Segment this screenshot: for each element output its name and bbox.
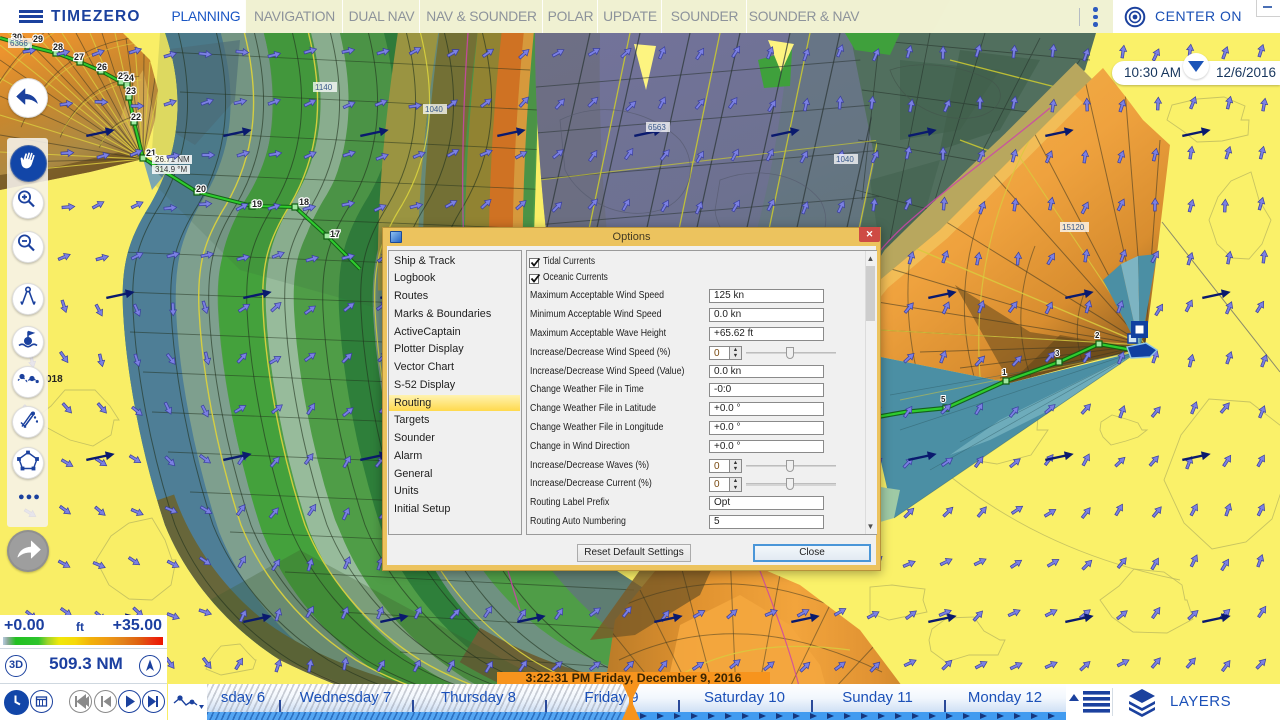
svg-text:17: 17 bbox=[330, 229, 340, 239]
svg-text:22: 22 bbox=[131, 112, 141, 122]
svg-text:6366: 6366 bbox=[10, 39, 28, 48]
svg-text:018: 018 bbox=[46, 374, 63, 385]
svg-text:18: 18 bbox=[299, 197, 309, 207]
svg-text:1: 1 bbox=[1002, 368, 1007, 377]
svg-text:1040: 1040 bbox=[425, 105, 443, 114]
svg-text:3: 3 bbox=[1055, 349, 1060, 358]
svg-text:24: 24 bbox=[124, 73, 134, 83]
svg-text:28: 28 bbox=[53, 42, 63, 52]
svg-text:1140: 1140 bbox=[315, 83, 333, 92]
svg-text:19: 19 bbox=[252, 199, 262, 209]
svg-text:20: 20 bbox=[196, 184, 206, 194]
svg-text:29: 29 bbox=[33, 34, 43, 44]
svg-text:15120: 15120 bbox=[1062, 223, 1085, 232]
svg-text:5: 5 bbox=[941, 395, 946, 404]
svg-text:1040: 1040 bbox=[836, 155, 854, 164]
svg-text:6563: 6563 bbox=[648, 123, 666, 132]
svg-text:26: 26 bbox=[97, 62, 107, 72]
svg-text:27: 27 bbox=[74, 52, 84, 62]
svg-text:2: 2 bbox=[1095, 331, 1100, 340]
svg-text:23: 23 bbox=[126, 86, 136, 96]
svg-text:314.9 °M: 314.9 °M bbox=[155, 165, 187, 174]
